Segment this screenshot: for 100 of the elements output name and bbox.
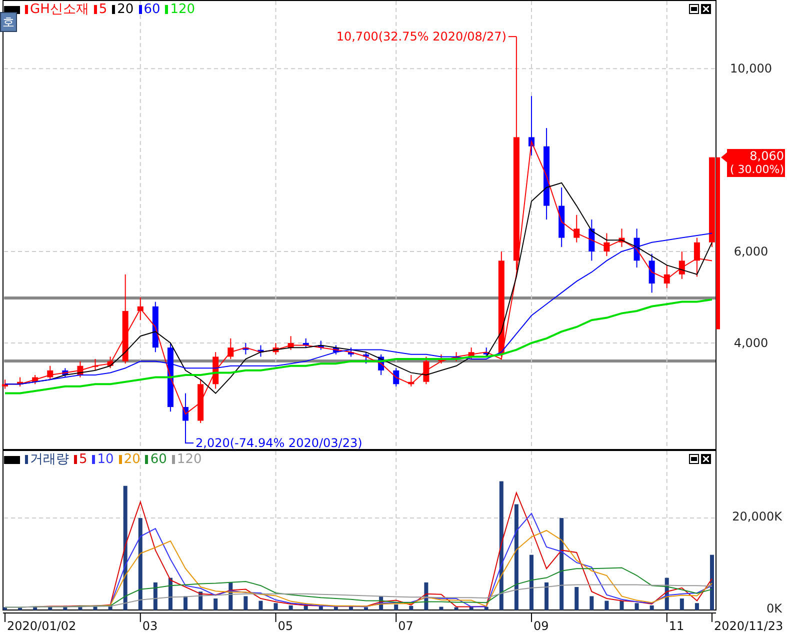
candlestick — [363, 352, 370, 364]
candlestick — [618, 228, 625, 248]
volume-bar — [484, 606, 488, 610]
volume-bar — [604, 600, 609, 610]
candlestick — [558, 187, 565, 248]
volume-bar — [379, 596, 384, 610]
volume-bar — [694, 603, 699, 610]
volume-bar — [364, 607, 368, 610]
volume-bar — [184, 596, 188, 610]
candlestick — [228, 338, 234, 360]
volume-bar — [33, 606, 38, 610]
volume-bar — [348, 606, 353, 610]
volume-bar — [274, 603, 278, 610]
legend-label: 120 — [176, 453, 202, 466]
legend-label: 5 — [98, 3, 108, 16]
volume-bar — [664, 578, 669, 610]
candlestick — [648, 253, 655, 294]
volume-bar — [650, 605, 654, 610]
volume-bar — [318, 606, 323, 610]
candlestick — [694, 237, 700, 278]
volume-bar — [530, 554, 534, 610]
volume-bar — [439, 606, 444, 610]
candlestick — [47, 365, 54, 380]
volume-bar — [228, 582, 233, 610]
legend-title: 거래량 — [30, 453, 69, 466]
volume-bar — [454, 607, 458, 610]
volume-bar — [590, 596, 594, 610]
legend-label: 20 — [117, 3, 134, 16]
candlestick — [528, 96, 534, 156]
candlestick — [212, 352, 219, 390]
volume-bar — [214, 598, 218, 610]
volume-bar — [153, 582, 158, 610]
candlestick — [17, 376, 24, 387]
volume-bar — [258, 600, 263, 610]
candlestick — [182, 392, 188, 434]
volume-bar — [198, 592, 203, 610]
candlestick — [468, 347, 474, 360]
candlestick — [107, 356, 114, 369]
volume-bar — [244, 596, 248, 610]
candlestick — [408, 374, 414, 387]
price-value: 8,060 — [748, 149, 784, 164]
close-icon[interactable] — [701, 454, 711, 464]
volume-bar — [680, 598, 684, 610]
legend-label: 60 — [150, 453, 167, 466]
candlestick — [272, 342, 279, 355]
volume-bar — [469, 606, 474, 610]
candlestick — [258, 344, 264, 358]
candlestick — [62, 368, 68, 378]
candlestick — [32, 374, 38, 385]
date-axis-label: 03 — [142, 619, 158, 633]
volume-bar — [409, 606, 414, 610]
volume-bar — [93, 605, 98, 610]
date-axis-label: 2020/11/23 — [714, 619, 784, 633]
axis-tick-label: 20,000K — [732, 510, 782, 524]
volume-bar — [574, 587, 579, 610]
date-axis-label: 07 — [398, 619, 414, 633]
candlestick — [198, 379, 204, 424]
volume-bar — [78, 606, 82, 610]
maximize-icon[interactable] — [689, 454, 699, 464]
volume-bar — [334, 606, 338, 610]
date-axis-label: 11 — [668, 619, 684, 633]
volume-bar — [108, 604, 112, 610]
axis-tick-label: 0K — [766, 602, 782, 616]
legend-swatch-icon — [25, 5, 28, 14]
low-price-label: 2,020(-74.94% 2020/03/23) — [196, 436, 362, 450]
candlestick — [678, 251, 685, 280]
legend-label: 5 — [79, 453, 88, 466]
price-change: ( 30.00%) — [728, 163, 784, 178]
candlestick — [423, 356, 430, 385]
leader-line — [508, 36, 517, 38]
legend-label: 120 — [170, 3, 196, 16]
candlestick — [77, 360, 84, 378]
candlestick — [483, 347, 490, 358]
volume-bar — [304, 605, 308, 610]
volume-bar — [620, 600, 624, 610]
axis-tick-label: 10,000 — [730, 62, 772, 76]
volume-bar — [168, 578, 172, 610]
high-price-label: 10,700(32.75% 2020/08/27) — [336, 30, 506, 44]
legend-label: 60 — [144, 3, 160, 16]
candlestick — [167, 342, 174, 412]
volume-bar — [394, 604, 398, 610]
volume-bar — [18, 608, 22, 610]
candlestick — [393, 368, 400, 387]
candlestick — [152, 301, 158, 353]
maximize-icon[interactable] — [689, 4, 699, 14]
date-axis-label: 05 — [278, 619, 294, 633]
candlestick — [438, 354, 444, 364]
leader-line — [185, 433, 194, 444]
candlestick — [574, 214, 580, 243]
candlestick — [588, 219, 595, 262]
candlestick — [302, 338, 309, 348]
side-button[interactable]: 호 — [0, 12, 17, 32]
volume-bar — [48, 606, 52, 610]
legend-label: 20 — [124, 453, 140, 466]
volume-bar — [63, 606, 68, 610]
volume-bar — [424, 582, 428, 610]
legend-label: 10 — [97, 453, 114, 466]
candlestick — [378, 354, 384, 376]
candlestick — [634, 228, 640, 268]
close-icon[interactable] — [701, 4, 711, 14]
